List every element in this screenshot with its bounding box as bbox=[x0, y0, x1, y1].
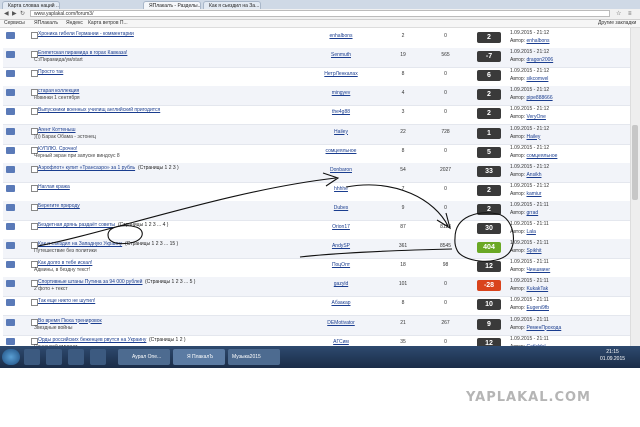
ink-oval-small bbox=[107, 225, 143, 245]
clock-date: 01.09.2015 bbox=[600, 356, 626, 362]
start-button[interactable] bbox=[2, 349, 20, 365]
taskbar-app[interactable]: Я ПлакалЪ bbox=[173, 349, 225, 365]
taskbar-pinned-icon[interactable] bbox=[24, 349, 40, 365]
windows-taskbar: Аурал One... Я ПлакалЪ Музыка2015 21:15 … bbox=[0, 346, 640, 368]
ink-arrow-right bbox=[345, 184, 451, 230]
taskbar-pinned-icon[interactable] bbox=[90, 349, 106, 365]
ink-annotation bbox=[37, 172, 514, 262]
taskbar-app[interactable]: Музыка2015 bbox=[228, 349, 280, 365]
clock-time: 21:15 bbox=[606, 349, 619, 355]
taskbar-pinned-icon[interactable] bbox=[46, 349, 62, 365]
system-clock[interactable]: 21:15 01.09.2015 bbox=[600, 349, 625, 363]
screenshot: Карта словаа наций ... ЯПлакалъ - Раздел… bbox=[0, 0, 640, 368]
ink-arrow-left bbox=[37, 172, 340, 247]
taskbar-pinned-icon[interactable] bbox=[68, 349, 84, 365]
ink-oval-big bbox=[454, 212, 514, 262]
watermark-logo: YAPLAKAL.COM bbox=[466, 390, 591, 405]
taskbar-app[interactable]: Аурал One... bbox=[118, 349, 170, 365]
ink-curve-bottom bbox=[299, 248, 453, 258]
